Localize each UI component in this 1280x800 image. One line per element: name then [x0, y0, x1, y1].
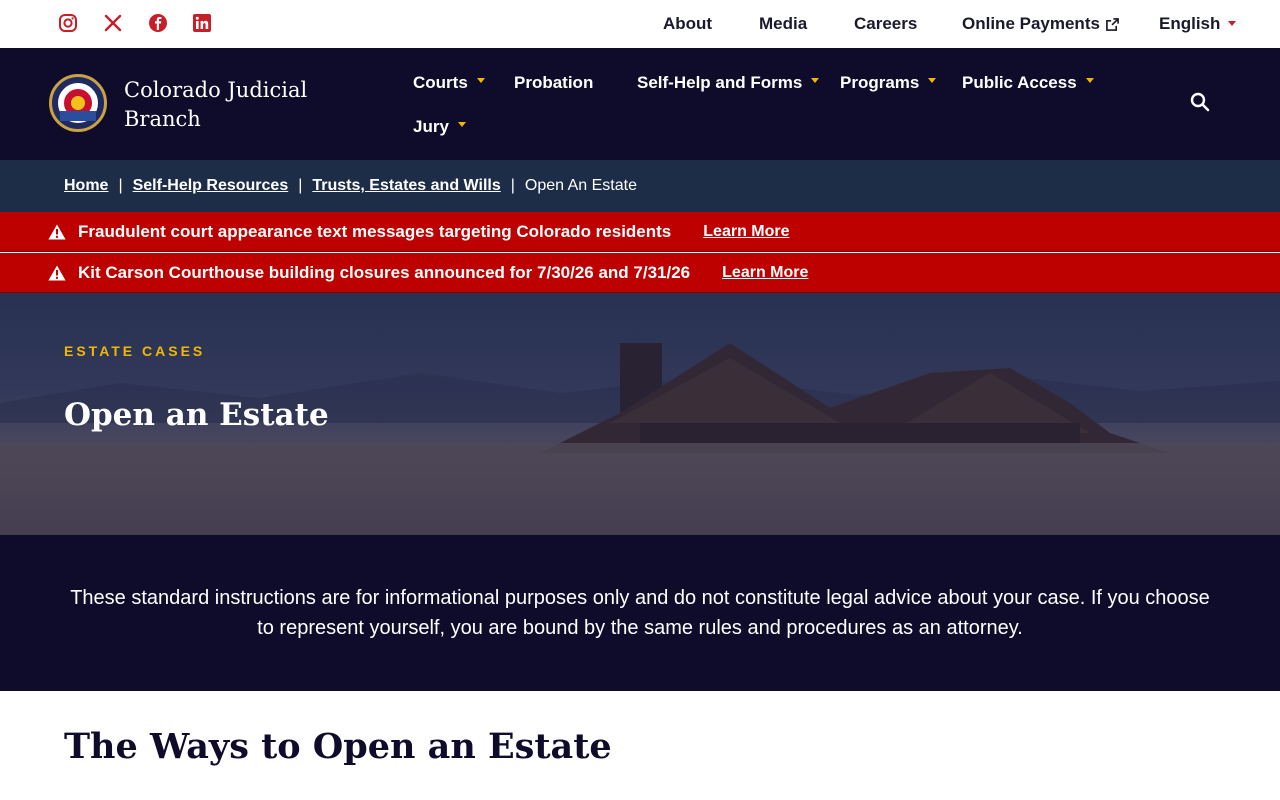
- warning-icon: [48, 265, 66, 280]
- breadcrumb-separator: |: [298, 177, 303, 194]
- nav-courts[interactable]: Courts: [413, 73, 485, 93]
- warning-icon: [48, 224, 66, 239]
- search-icon: [1190, 92, 1210, 112]
- careers-link[interactable]: Careers: [854, 14, 917, 34]
- alert-message: Kit Carson Courthouse building closures …: [78, 262, 691, 282]
- alert-learn-more-link[interactable]: Learn More: [722, 264, 808, 282]
- nav-probation-label: Probation: [514, 73, 594, 92]
- alert-banner: Fraudulent court appearance text message…: [0, 212, 1280, 252]
- chevron-down-icon: [476, 78, 485, 83]
- nav-programs-label: Programs: [840, 73, 920, 92]
- breadcrumb-separator: |: [510, 177, 515, 194]
- alert-banner: Kit Carson Courthouse building closures …: [0, 253, 1280, 293]
- nav-self-help-label: Self-Help and Forms: [637, 73, 803, 92]
- nav-self-help-and-forms[interactable]: Self-Help and Forms: [637, 73, 820, 93]
- nav-jury[interactable]: Jury: [413, 117, 466, 137]
- chevron-down-icon: [1085, 78, 1094, 83]
- about-link[interactable]: About: [663, 14, 712, 34]
- main-navigation: Colorado Judicial Branch Courts Probatio…: [0, 48, 1280, 160]
- hero-eyebrow: ESTATE CASES: [64, 343, 206, 359]
- nav-public-access-label: Public Access: [962, 73, 1077, 92]
- x-twitter-icon[interactable]: [102, 12, 124, 34]
- alert-message: Fraudulent court appearance text message…: [78, 221, 672, 241]
- nav-programs[interactable]: Programs: [840, 73, 937, 93]
- nav-courts-label: Courts: [413, 73, 468, 92]
- online-payments-label: Online Payments: [962, 14, 1100, 33]
- section-heading: The Ways to Open an Estate: [64, 726, 612, 767]
- external-link-icon: [1106, 18, 1119, 31]
- chevron-down-icon: [811, 78, 820, 83]
- search-button[interactable]: [1190, 92, 1214, 116]
- breadcrumb-separator: |: [118, 177, 123, 194]
- breadcrumb-self-help-resources[interactable]: Self-Help Resources: [133, 177, 289, 195]
- utility-bar: About Media Careers Online Payments Engl…: [0, 0, 1280, 48]
- instagram-icon[interactable]: [57, 12, 79, 34]
- chevron-down-icon: [1228, 21, 1237, 26]
- alert-learn-more-link[interactable]: Learn More: [703, 223, 789, 241]
- linkedin-icon[interactable]: [191, 12, 213, 34]
- facebook-icon[interactable]: [147, 12, 169, 34]
- media-link[interactable]: Media: [759, 14, 807, 34]
- seal-sun: [71, 96, 85, 110]
- breadcrumb-trusts-estates-wills[interactable]: Trusts, Estates and Wills: [312, 177, 500, 195]
- disclaimer-section: These standard instructions are for info…: [0, 535, 1280, 691]
- disclaimer-text: These standard instructions are for info…: [70, 587, 1210, 639]
- nav-jury-label: Jury: [413, 117, 449, 136]
- breadcrumb-home[interactable]: Home: [64, 177, 108, 195]
- page-title: Open an Estate: [64, 397, 329, 433]
- chevron-down-icon: [928, 78, 937, 83]
- language-label: English: [1159, 14, 1221, 33]
- breadcrumb-current: Open An Estate: [524, 177, 637, 194]
- nav-public-access[interactable]: Public Access: [962, 73, 1094, 93]
- nav-probation[interactable]: Probation: [514, 73, 593, 93]
- chevron-down-icon: [457, 122, 466, 127]
- seal-band: [60, 111, 96, 121]
- online-payments-link[interactable]: Online Payments: [962, 14, 1119, 34]
- hero-banner: ESTATE CASES Open an Estate: [0, 293, 1280, 535]
- site-title[interactable]: Colorado Judicial Branch: [124, 76, 344, 134]
- colorado-courts-seal-logo[interactable]: [49, 74, 107, 132]
- language-select[interactable]: English: [1159, 14, 1237, 34]
- breadcrumb: Home | Self-Help Resources | Trusts, Est…: [0, 160, 1280, 212]
